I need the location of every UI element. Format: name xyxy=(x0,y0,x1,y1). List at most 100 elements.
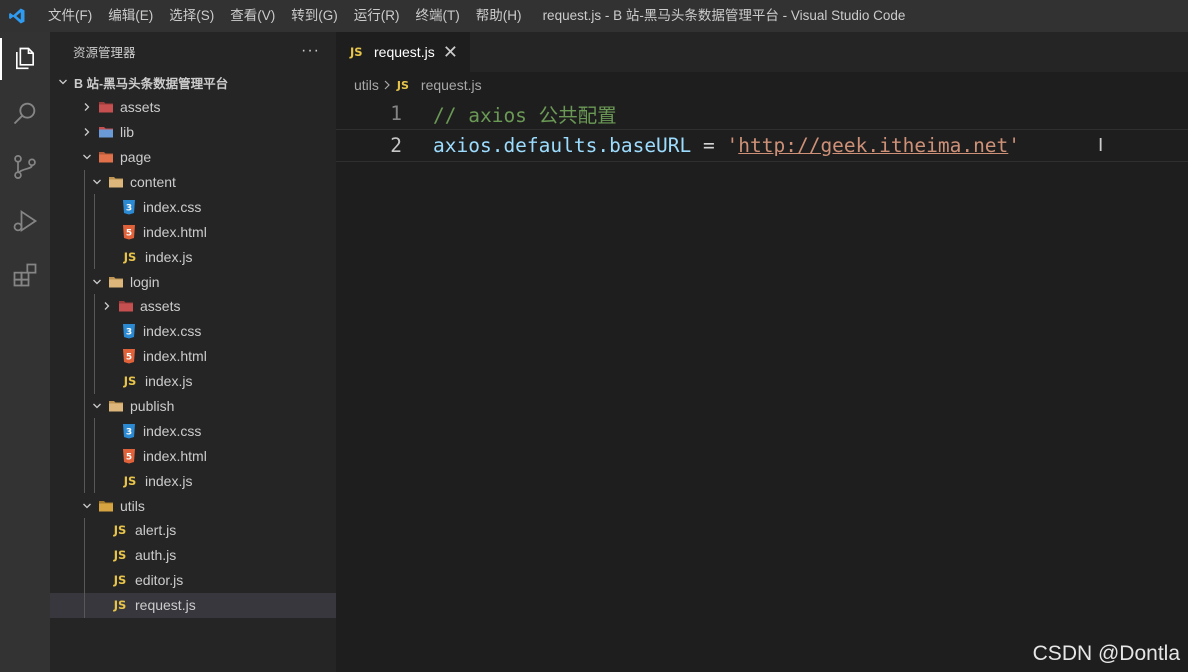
indent-guide xyxy=(94,294,95,319)
tree-item-label: index.js xyxy=(145,472,193,489)
folder-icon xyxy=(108,398,124,414)
tree-item-label: editor.js xyxy=(135,572,184,589)
tree-file-index-js[interactable]: JS index.js xyxy=(50,368,336,394)
tree-file-index-css[interactable]: 3 index.css xyxy=(50,194,336,220)
search-icon[interactable] xyxy=(0,86,50,140)
tree-file-index-css[interactable]: 3 index.css xyxy=(50,318,336,344)
breadcrumb: utils JS request.js xyxy=(336,72,1188,98)
tree-folder-page[interactable]: page xyxy=(50,145,336,170)
menu-item-4[interactable]: 转到(G) xyxy=(283,0,346,32)
tree-item-label: content xyxy=(130,174,176,190)
workspace-root[interactable]: B 站-黑马头条数据管理平台 xyxy=(50,70,336,95)
js-file-icon: JS xyxy=(396,78,409,92)
chevron-down-icon xyxy=(80,150,94,164)
chevron-down-icon xyxy=(90,399,104,413)
svg-text:5: 5 xyxy=(126,228,132,238)
tab-request-js[interactable]: JS request.js ✕ xyxy=(336,32,470,72)
indent-guide xyxy=(84,418,85,444)
watermark: CSDN @Dontla xyxy=(1032,642,1180,665)
indent-guide xyxy=(84,368,85,394)
tree-item-label: index.html xyxy=(143,348,207,365)
js-file-icon: JS xyxy=(113,523,127,538)
folder-icon xyxy=(108,174,124,190)
code-operator: = xyxy=(691,134,727,157)
breadcrumb-item-utils[interactable]: utils xyxy=(354,77,379,93)
chevron-right-icon xyxy=(100,299,114,313)
css-file-icon: 3 xyxy=(121,323,137,339)
code-editor[interactable]: 1 // axios 公共配置 2 axios.defaults.baseURL… xyxy=(336,98,1188,162)
chevron-right-icon xyxy=(80,100,94,114)
menu-item-6[interactable]: 终端(T) xyxy=(408,0,468,32)
indent-guide xyxy=(84,244,85,270)
tree-file-index-js[interactable]: JS index.js xyxy=(50,244,336,270)
chevron-down-icon xyxy=(90,275,104,289)
tree-file-editor-js[interactable]: JS editor.js xyxy=(50,567,336,593)
run-debug-icon[interactable] xyxy=(0,194,50,248)
explorer-icon[interactable] xyxy=(0,32,50,86)
tree-file-auth-js[interactable]: JS auth.js xyxy=(50,542,336,568)
html-file-icon: 5 xyxy=(121,348,137,364)
indent-guide xyxy=(84,269,85,295)
tree-folder-publish[interactable]: publish xyxy=(50,393,336,419)
menu-item-0[interactable]: 文件(F) xyxy=(40,0,100,32)
activity-bar xyxy=(0,32,50,672)
menu-item-3[interactable]: 查看(V) xyxy=(222,0,283,32)
tree-item-label: alert.js xyxy=(135,522,177,539)
tree-folder-assets[interactable]: assets xyxy=(50,294,336,319)
source-control-icon[interactable] xyxy=(0,140,50,194)
tree-file-index-css[interactable]: 3 index.css xyxy=(50,418,336,444)
chevron-right-icon xyxy=(80,125,94,139)
vscode-logo-icon xyxy=(2,0,32,32)
tree-file-index-html[interactable]: 5 index.html xyxy=(50,219,336,245)
tree-folder-lib[interactable]: lib xyxy=(50,120,336,145)
title-bar: 文件(F) 编辑(E) 选择(S) 查看(V) 转到(G) 运行(R) 终端(T) 帮助(H)… xyxy=(0,0,1188,32)
indent-guide xyxy=(84,219,85,245)
tree-folder-login[interactable]: login xyxy=(50,269,336,295)
workspace-root-label: B 站-黑马头条数据管理平台 xyxy=(74,76,229,91)
indent-guide xyxy=(84,194,85,220)
code-quote-open: ' xyxy=(726,134,739,157)
menu-item-1[interactable]: 编辑(E) xyxy=(100,0,161,32)
tab-bar: JS request.js ✕ xyxy=(336,32,1188,72)
folder-icon xyxy=(98,124,114,140)
menu-item-5[interactable]: 运行(R) xyxy=(346,0,408,32)
html-file-icon: 5 xyxy=(121,224,137,240)
tree-item-label: assets xyxy=(120,99,161,116)
tree-item-label: publish xyxy=(130,398,175,415)
folder-icon xyxy=(118,298,134,314)
menu-item-2[interactable]: 选择(S) xyxy=(161,0,222,32)
js-file-icon: JS xyxy=(113,548,127,563)
tree-item-label: page xyxy=(120,149,152,166)
code-url-string[interactable]: http://geek.itheima.net xyxy=(738,134,1008,157)
indent-guide xyxy=(94,244,95,270)
menu-item-7[interactable]: 帮助(H) xyxy=(468,0,530,32)
indent-guide xyxy=(94,219,95,245)
svg-text:3: 3 xyxy=(126,427,132,437)
folder-icon xyxy=(98,498,114,514)
indent-guide xyxy=(94,468,95,494)
indent-guide xyxy=(94,368,95,394)
tree-folder-utils[interactable]: utils xyxy=(50,493,336,518)
tree-file-index-html[interactable]: 5 index.html xyxy=(50,343,336,369)
tree-item-label: index.css xyxy=(143,422,202,439)
tree-folder-content[interactable]: content xyxy=(50,169,336,195)
indent-guide xyxy=(84,318,85,344)
chevron-right-icon xyxy=(383,77,391,93)
code-quote-close: ' xyxy=(1008,134,1021,157)
tree-file-request-js[interactable]: JS request.js xyxy=(50,592,336,618)
tree-item-label: index.css xyxy=(143,198,202,215)
tree-file-index-html[interactable]: 5 index.html xyxy=(50,443,336,469)
tree-file-index-js[interactable]: JS index.js xyxy=(50,468,336,494)
js-file-icon: JS xyxy=(123,374,137,389)
breadcrumb-item-file[interactable]: request.js xyxy=(421,77,482,93)
folder-icon xyxy=(98,149,114,165)
tree-folder-assets[interactable]: assets xyxy=(50,95,336,120)
code-line[interactable]: 1 // axios 公共配置 xyxy=(336,98,1188,129)
extensions-icon[interactable] xyxy=(0,248,50,302)
tree-item-label: utils xyxy=(120,497,145,514)
code-line-current[interactable]: 2 axios.defaults.baseURL = ' http://geek… xyxy=(336,129,1188,162)
tree-file-alert-js[interactable]: JS alert.js xyxy=(50,518,336,543)
close-icon[interactable]: ✕ xyxy=(443,42,458,63)
js-file-icon: JS xyxy=(113,573,127,588)
more-actions-icon[interactable]: ··· xyxy=(301,42,320,60)
